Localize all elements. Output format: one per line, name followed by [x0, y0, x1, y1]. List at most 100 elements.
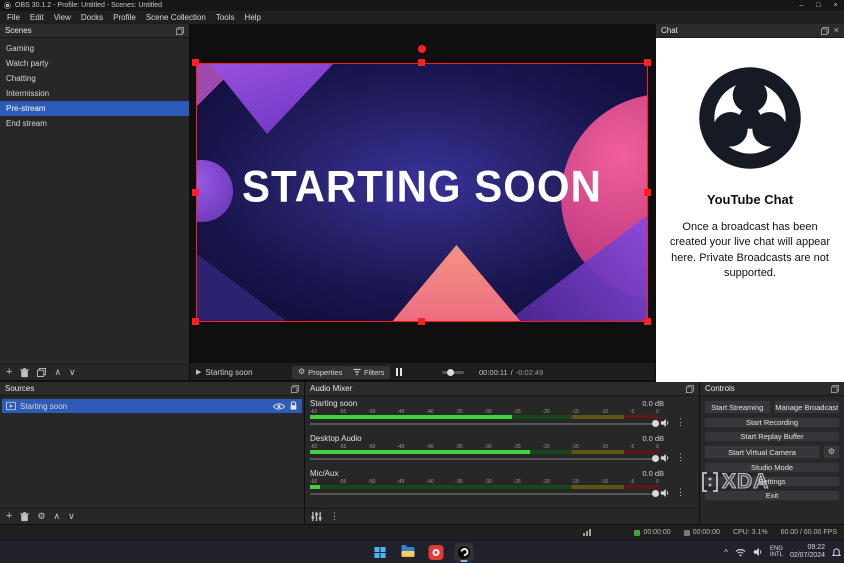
file-explorer-button[interactable] — [399, 543, 418, 562]
duplicate-scene-button[interactable] — [37, 368, 46, 377]
virtual-camera-config-button[interactable]: ⚙ — [823, 445, 840, 459]
obs-taskbar-button[interactable] — [455, 543, 474, 562]
language-indicator[interactable]: ENG INTL — [770, 546, 783, 559]
channel-menu-button[interactable]: ⋮ — [676, 452, 685, 463]
lock-icon[interactable] — [289, 401, 298, 411]
remove-source-button[interactable] — [20, 512, 29, 522]
add-source-button[interactable]: + — [6, 511, 12, 522]
selection-handle[interactable] — [192, 318, 199, 325]
selection-handle[interactable] — [418, 318, 425, 325]
volume-slider[interactable] — [310, 454, 659, 464]
menu-item[interactable]: Profile — [108, 11, 141, 24]
dock-popup-icon[interactable] — [686, 385, 694, 393]
move-source-up-button[interactable]: ∧ — [54, 512, 61, 521]
record-timer: 00:00:00 — [684, 529, 720, 536]
start-recording-button[interactable]: Start Recording — [704, 417, 840, 428]
canvas-art-triangle — [197, 254, 289, 322]
status-bar: 00:00:00 00:00:00 CPU: 3.1% 60.00 / 60.0… — [0, 524, 844, 540]
start-replay-buffer-button[interactable]: Start Replay Buffer — [704, 431, 840, 442]
add-scene-button[interactable]: + — [6, 367, 12, 378]
wifi-icon[interactable] — [735, 548, 746, 557]
red-app-icon — [429, 545, 444, 560]
channel-name: Mic/Aux — [310, 469, 338, 478]
exit-button[interactable]: Exit — [704, 490, 840, 501]
start-virtual-camera-button[interactable]: Start Virtual Camera — [704, 445, 820, 459]
menu-item[interactable]: View — [49, 11, 76, 24]
dock-popup-icon[interactable] — [831, 385, 839, 393]
gear-icon: ⚙ — [828, 448, 835, 456]
menu-item[interactable]: File — [2, 11, 25, 24]
speaker-icon[interactable] — [660, 453, 670, 463]
menu-item[interactable]: Tools — [211, 11, 240, 24]
dock-popup-icon[interactable] — [176, 27, 184, 35]
menu-item[interactable]: Help — [240, 11, 266, 24]
move-scene-up-button[interactable]: ∧ — [54, 368, 61, 377]
dock-popup-icon[interactable] — [821, 27, 829, 35]
settings-button[interactable]: Settings — [704, 476, 840, 487]
advanced-audio-button[interactable] — [311, 511, 322, 522]
channel-name: Desktop Audio — [310, 434, 362, 443]
seek-handle[interactable] — [447, 369, 454, 376]
properties-button[interactable]: ⚙ Properties — [292, 366, 348, 379]
visibility-icon[interactable] — [273, 402, 285, 411]
channel-menu-button[interactable]: ⋮ — [676, 487, 685, 498]
selection-handle[interactable] — [192, 59, 199, 66]
speaker-icon[interactable] — [660, 418, 670, 428]
remove-scene-button[interactable] — [20, 368, 29, 378]
rotation-handle[interactable] — [418, 45, 426, 53]
menu-item[interactable]: Edit — [25, 11, 49, 24]
scene-item[interactable]: Intermission — [0, 86, 189, 101]
manage-broadcast-button[interactable]: Manage Broadcast — [774, 400, 841, 414]
volume-slider[interactable] — [310, 419, 659, 429]
start-button[interactable] — [371, 543, 390, 562]
speaker-icon[interactable] — [660, 488, 670, 498]
scene-item[interactable]: Gaming — [0, 41, 189, 56]
obs-icon — [457, 545, 472, 560]
slider-handle[interactable] — [652, 420, 659, 427]
selection-handle[interactable] — [644, 59, 651, 66]
chat-dock: Chat × YouTube Chat Once a broadcast has… — [656, 24, 844, 382]
scenes-dock-title: Scenes — [5, 26, 32, 35]
dock-close-icon[interactable]: × — [834, 26, 839, 35]
obs-logo — [696, 64, 804, 172]
channel-menu-button[interactable]: ⋮ — [676, 417, 685, 428]
selection-handle[interactable] — [418, 59, 425, 66]
slider-handle[interactable] — [652, 490, 659, 497]
selection-handle[interactable] — [644, 189, 651, 196]
sources-dock-header: Sources — [0, 382, 304, 396]
menubar: FileEditViewDocksProfileScene Collection… — [0, 11, 844, 24]
slider-handle[interactable] — [652, 455, 659, 462]
hidden-icons-chevron[interactable]: ^ — [724, 548, 728, 557]
scene-item[interactable]: End stream — [0, 116, 189, 131]
mixer-menu-button[interactable]: ⋮ — [330, 512, 339, 521]
notifications-bell-icon[interactable] — [832, 547, 841, 557]
source-properties-button[interactable]: ⚙ — [37, 512, 45, 521]
preview-canvas[interactable]: STARTING SOON — [196, 63, 648, 322]
start-streaming-button[interactable]: Start Streaming — [704, 400, 771, 414]
dock-popup-icon[interactable] — [291, 385, 299, 393]
scene-item[interactable]: Chatting — [0, 71, 189, 86]
studio-mode-button[interactable]: Studio Mode — [704, 462, 840, 473]
selection-handle[interactable] — [192, 189, 199, 196]
mixer-channel: Mic/Aux 0.0 dB -60-55-50-45-40-35-30-25-… — [310, 469, 694, 500]
selection-handle[interactable] — [644, 318, 651, 325]
scene-item[interactable]: Pre-stream — [0, 101, 189, 116]
red-app-button[interactable] — [427, 543, 446, 562]
scene-item[interactable]: Watch party — [0, 56, 189, 71]
clock[interactable]: 09:22 02/07/2024 — [790, 544, 825, 560]
source-item[interactable]: Starting soon — [2, 399, 302, 413]
close-button[interactable]: × — [827, 0, 844, 11]
minimize-button[interactable]: – — [793, 0, 810, 11]
media-seek-slider[interactable] — [442, 371, 464, 374]
filters-button[interactable]: Filters — [347, 366, 390, 379]
menu-item[interactable]: Scene Collection — [141, 11, 211, 24]
pause-button[interactable] — [396, 368, 402, 376]
move-source-down-button[interactable]: ∨ — [68, 512, 75, 521]
menu-item[interactable]: Docks — [76, 11, 108, 24]
volume-icon[interactable] — [753, 547, 763, 557]
volume-slider[interactable] — [310, 489, 659, 499]
maximize-button[interactable]: □ — [810, 0, 827, 11]
move-scene-down-button[interactable]: ∨ — [69, 368, 76, 377]
chat-content: YouTube Chat Once a broadcast has been c… — [656, 38, 844, 382]
time: 09:22 — [790, 544, 825, 552]
